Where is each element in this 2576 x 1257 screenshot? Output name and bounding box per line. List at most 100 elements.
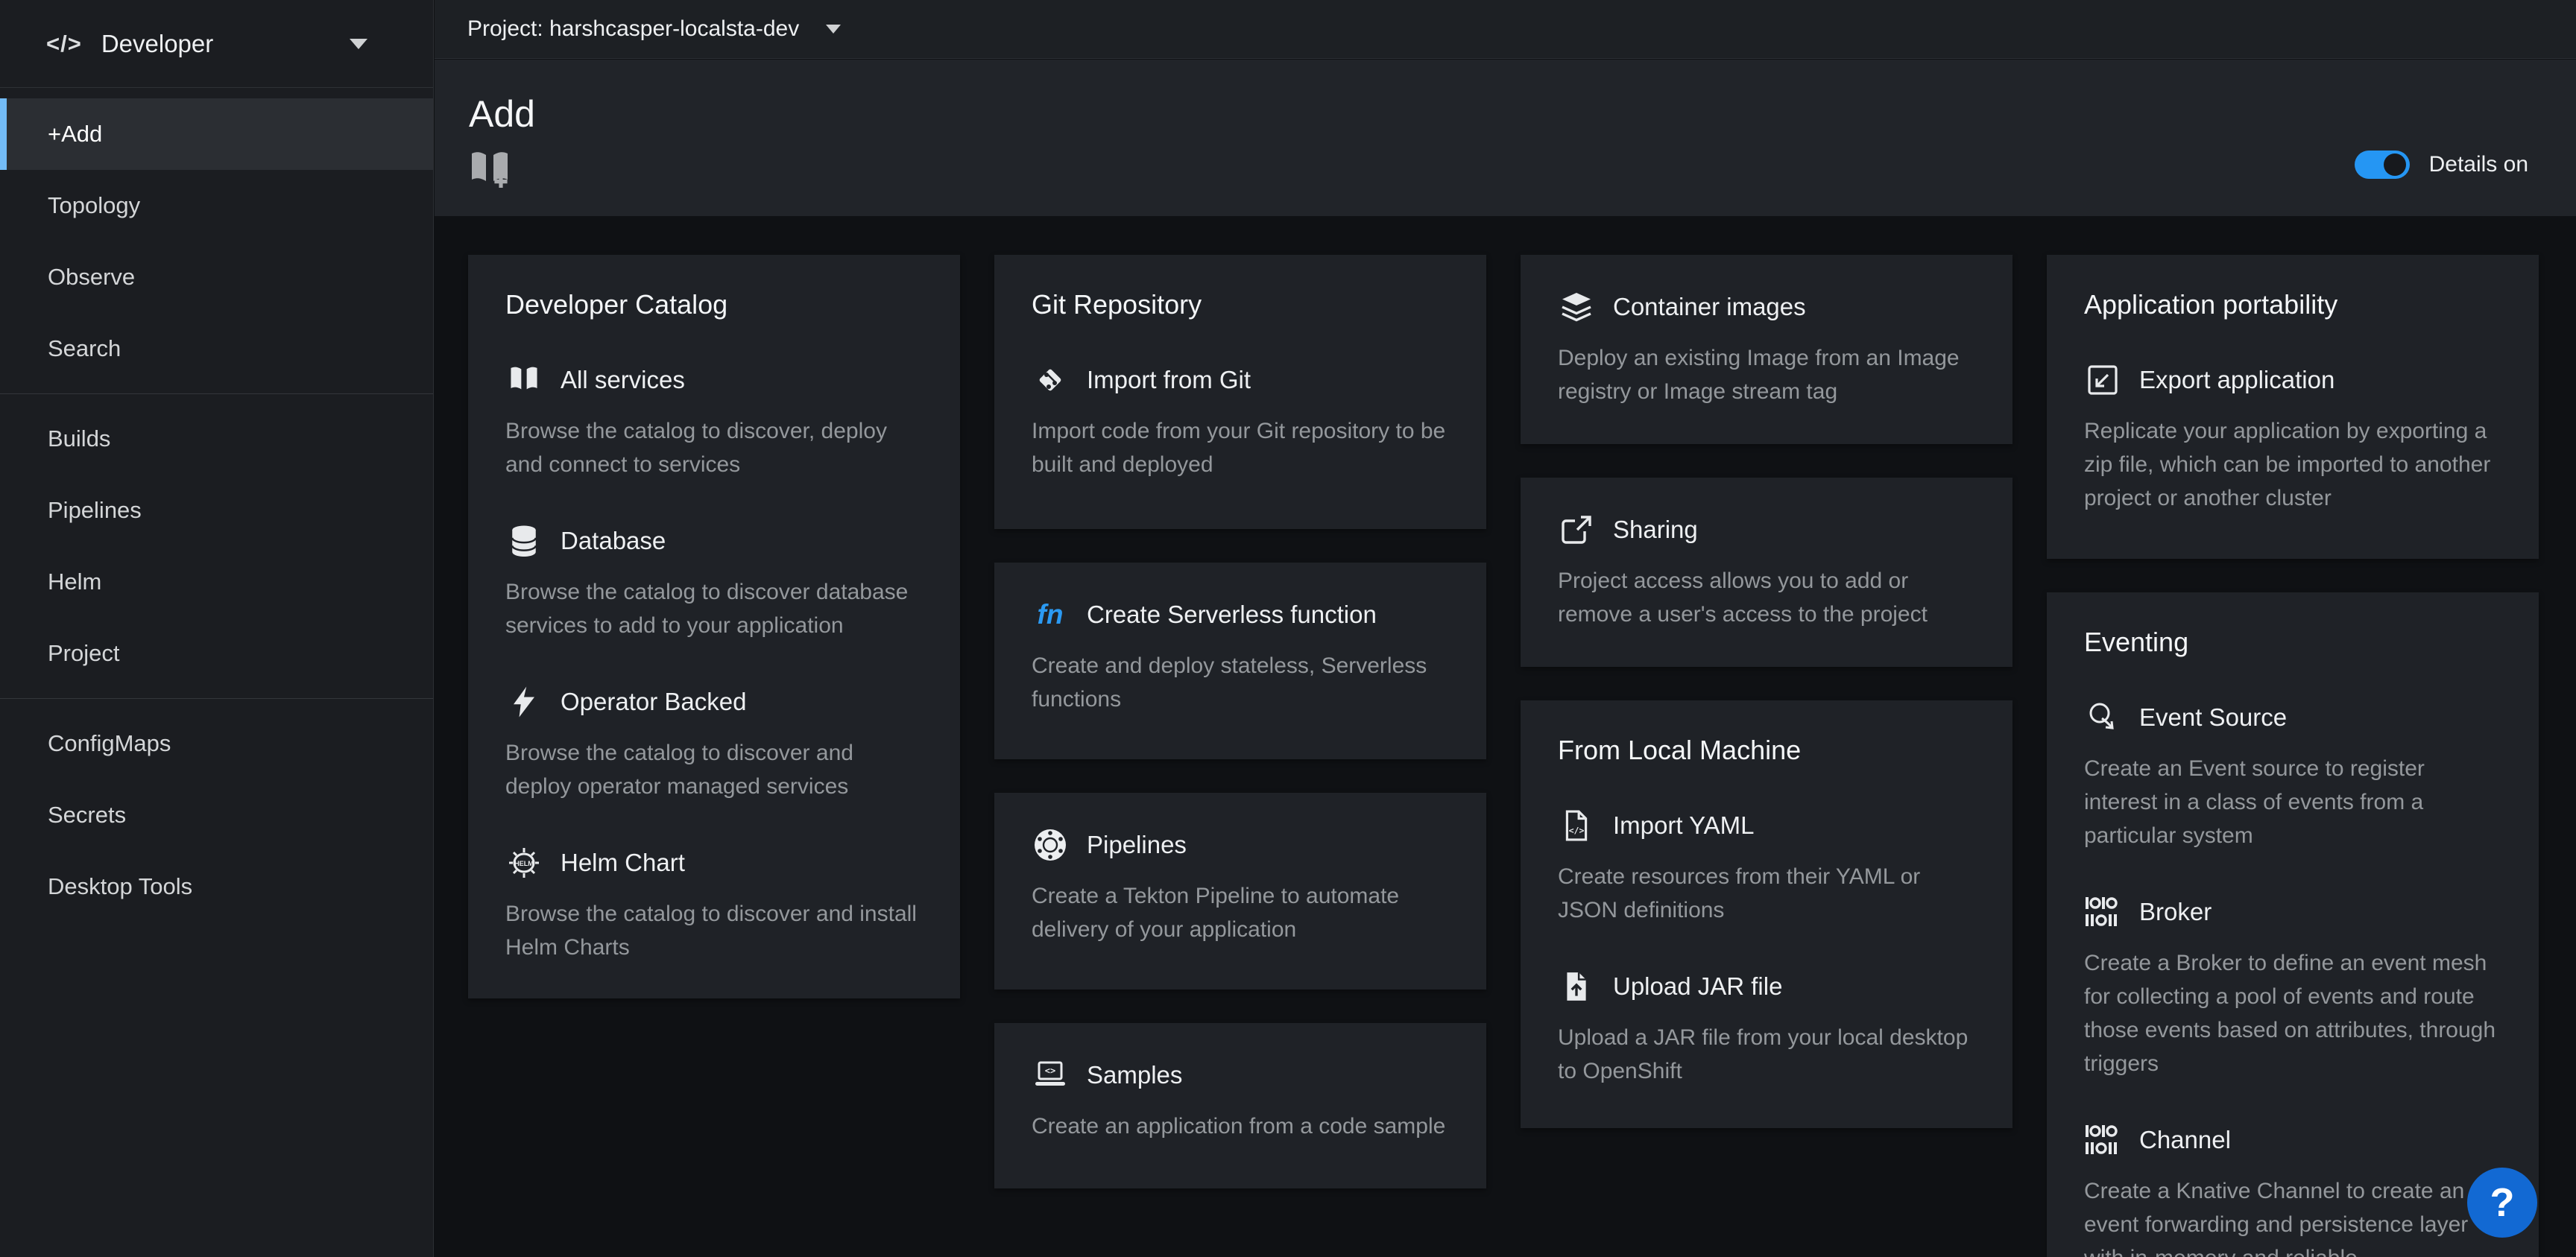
item-export-application: Export application Replicate your applic… [2084,362,2501,515]
card-title: From Local Machine [1558,735,1975,766]
yaml-file-icon: </> [1558,810,1595,841]
card-title: Application portability [2084,289,2501,320]
card-column-3: Container images Deploy an existing Imag… [1521,255,2012,1128]
book-plus-icon[interactable] [469,149,511,193]
item-link[interactable]: fn Create Serverless function [1032,597,1449,633]
item-link[interactable]: All services [505,362,923,398]
helm-icon: HELM [505,846,543,879]
perspective-label: Developer [101,30,213,58]
item-sharing: Sharing Project access allows you to add… [1558,512,1975,631]
item-upload-jar-file: Upload JAR file Upload a JAR file from y… [1558,969,1975,1088]
sidebar-item-builds[interactable]: Builds [0,403,433,475]
card-column-1: Developer Catalog All services Browse th… [468,255,960,998]
item-link[interactable]: Export application [2084,362,2501,398]
item-import-from-git: Import from Git Import code from your Gi… [1032,362,1449,481]
item-link[interactable]: Sharing [1558,512,1975,548]
card-eventing[interactable]: Eventing Event Source Create an Event so [2047,592,2539,1257]
upload-jar-icon [1558,971,1595,1002]
sidebar-item-project[interactable]: Project [0,618,433,689]
item-database: Database Browse the catalog to discover … [505,523,923,642]
card-developer-catalog[interactable]: Developer Catalog All services Browse th… [468,255,960,998]
question-mark-icon: ? [2490,1180,2515,1226]
card-application-portability[interactable]: Application portability Export applicati… [2047,255,2539,559]
sidebar-item-desktop-tools[interactable]: Desktop Tools [0,851,433,922]
card-title: Git Repository [1032,289,1449,320]
sidebar-item-observe[interactable]: Observe [0,241,433,313]
item-link[interactable]: </> Import YAML [1558,808,1975,843]
event-source-icon [2084,702,2121,733]
sidebar-divider [0,393,433,394]
channel-icon [2084,1125,2121,1155]
database-icon [505,525,543,557]
card-container-images[interactable]: Container images Deploy an existing Imag… [1521,255,2012,444]
item-operator-backed: Operator Backed Browse the catalog to di… [505,684,923,803]
item-link[interactable]: Database [505,523,923,559]
perspective-switcher[interactable]: </> Developer [0,0,433,88]
card-title: Developer Catalog [505,289,923,320]
fn-icon: fn [1032,599,1069,630]
card-serverless-function[interactable]: fn Create Serverless function Create and… [994,563,1486,759]
sidebar-item-configmaps[interactable]: ConfigMaps [0,708,433,779]
git-icon [1032,365,1069,395]
item-broker: Broker Create a Broker to define an even… [2084,894,2501,1080]
item-event-source: Event Source Create an Event source to r… [2084,700,2501,852]
item-channel: Channel Create a Knative Channel to crea… [2084,1122,2501,1257]
card-samples[interactable]: <> Samples Create an application from a … [994,1023,1486,1188]
item-link[interactable]: Operator Backed [505,684,923,720]
chevron-down-icon [350,39,367,49]
pipelines-icon [1032,828,1069,862]
item-samples: <> Samples Create an application from a … [1032,1057,1449,1143]
chevron-down-icon[interactable] [826,25,841,34]
page-title: Add [469,92,2576,136]
project-selector[interactable]: Project: harshcasper-localsta-dev [467,16,799,42]
item-link[interactable]: Container images [1558,289,1975,325]
item-pipelines: Pipelines Create a Tekton Pipeline to au… [1032,827,1449,946]
card-git-repository[interactable]: Git Repository Import from [994,255,1486,529]
svg-text:HELM: HELM [514,860,534,867]
card-column-4: Application portability Export applicati… [2047,255,2539,1257]
item-helm-chart: HELM Helm Chart Browse the catalog to di… [505,845,923,964]
add-page-content: Developer Catalog All services Browse th… [435,216,2576,1257]
sidebar-item-topology[interactable]: Topology [0,170,433,241]
laptop-code-icon: <> [1032,1061,1069,1089]
book-icon [505,366,543,394]
item-link[interactable]: <> Samples [1032,1057,1449,1093]
card-pipelines[interactable]: Pipelines Create a Tekton Pipeline to au… [994,793,1486,990]
item-link[interactable]: Import from Git [1032,362,1449,398]
details-toggle-group: Details on [2355,151,2528,179]
help-button[interactable]: ? [2467,1168,2537,1238]
bolt-icon [505,686,543,718]
item-container-images: Container images Deploy an existing Imag… [1558,289,1975,408]
item-link[interactable]: Channel [2084,1122,2501,1158]
svg-text:</>: </> [1569,826,1585,836]
sidebar-item-secrets[interactable]: Secrets [0,779,433,851]
share-icon [1558,515,1595,545]
details-toggle-label: Details on [2429,152,2528,177]
item-create-serverless-function: fn Create Serverless function Create and… [1032,597,1449,716]
export-application-icon [2084,365,2121,395]
broker-icon [2084,897,2121,927]
layers-icon [1558,292,1595,322]
item-all-services: All services Browse the catalog to disco… [505,362,923,481]
item-link[interactable]: Upload JAR file [1558,969,1975,1004]
card-sharing[interactable]: Sharing Project access allows you to add… [1521,478,2012,667]
sidebar-item-search[interactable]: Search [0,313,433,384]
item-link[interactable]: Pipelines [1032,827,1449,863]
project-bar: Project: harshcasper-localsta-dev [435,0,2576,59]
svg-text:<>: <> [1045,1066,1055,1076]
item-link[interactable]: Event Source [2084,700,2501,735]
sidebar-nav-group-3: ConfigMaps Secrets Desktop Tools [0,708,433,922]
sidebar-divider [0,698,433,699]
item-import-yaml: </> Import YAML Create resources from th… [1558,808,1975,927]
item-link[interactable]: HELM Helm Chart [505,845,923,881]
sidebar-item-helm[interactable]: Helm [0,546,433,618]
card-from-local-machine[interactable]: From Local Machine </> Import YAML Creat… [1521,700,2012,1128]
page-header: Add Details on [435,60,2576,216]
card-title: Eventing [2084,627,2501,658]
item-link[interactable]: Broker [2084,894,2501,930]
toggle-knob [2384,153,2406,176]
details-toggle[interactable] [2355,151,2410,179]
sidebar-nav-group-2: Builds Pipelines Helm Project [0,403,433,689]
sidebar-item-add[interactable]: +Add [0,98,433,170]
sidebar-item-pipelines[interactable]: Pipelines [0,475,433,546]
